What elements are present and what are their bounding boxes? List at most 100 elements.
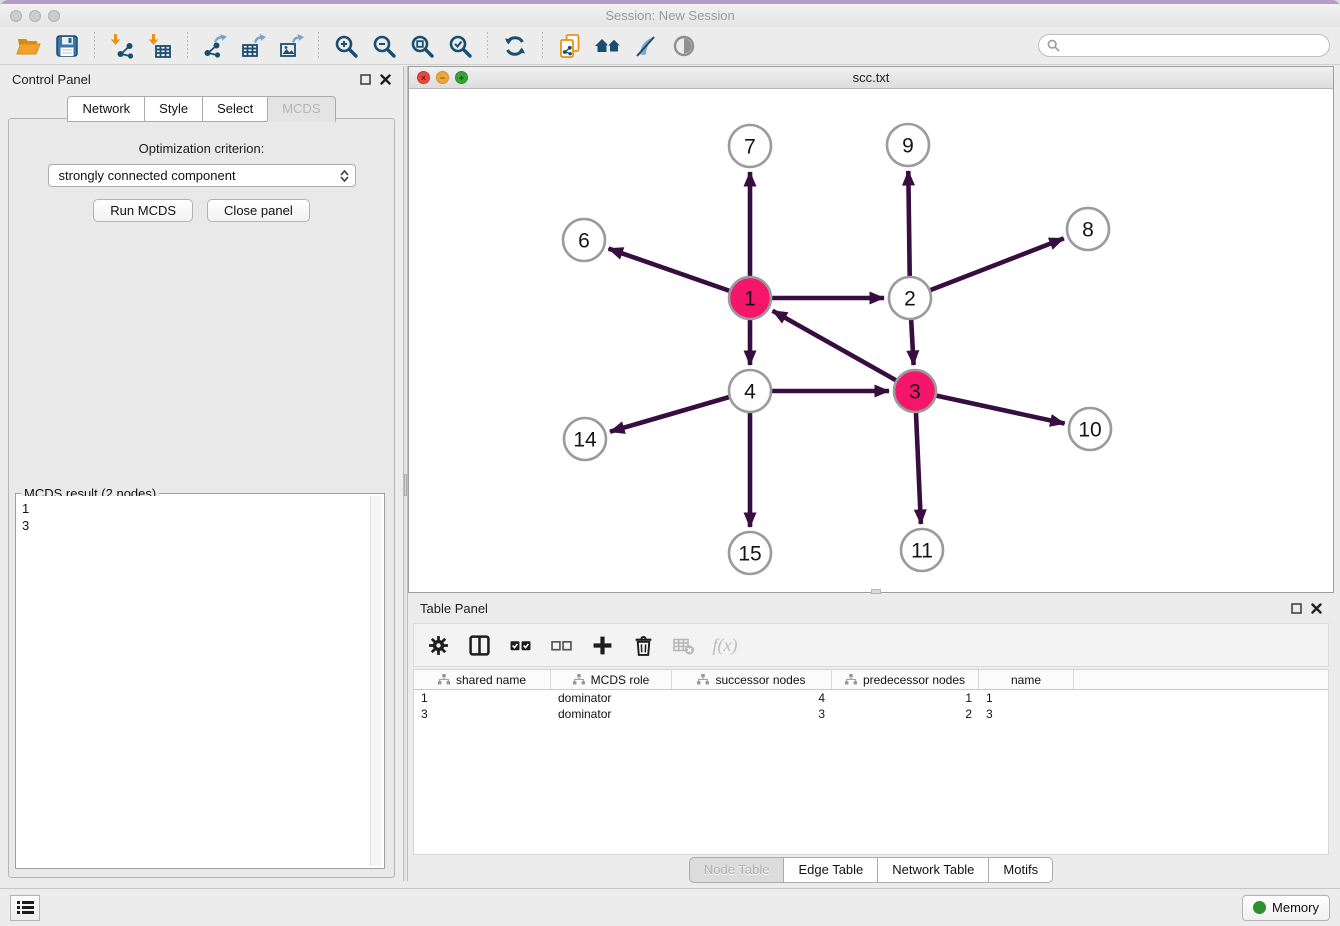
search-input[interactable] (1065, 38, 1321, 53)
network-minimize-button[interactable]: − (436, 71, 449, 84)
refresh-layout-icon[interactable] (499, 30, 531, 62)
column-header-label: MCDS role (591, 673, 650, 687)
tab-network[interactable]: Network (67, 96, 144, 122)
network-window-titlebar[interactable]: scc.txt × − + (409, 67, 1333, 89)
save-session-icon[interactable] (51, 30, 83, 62)
close-panel-icon[interactable] (380, 74, 391, 85)
edge-2-8[interactable] (910, 238, 1064, 298)
toolbar-separator (94, 32, 95, 60)
zoom-out-icon[interactable] (368, 30, 400, 62)
table-row[interactable]: 3dominator323 (414, 706, 1328, 722)
graph-node-2[interactable]: 2 (889, 277, 931, 319)
table-cell[interactable]: dominator (551, 706, 672, 722)
task-history-button[interactable] (10, 895, 40, 921)
memory-button[interactable]: Memory (1242, 895, 1330, 921)
graph-node-15[interactable]: 15 (729, 532, 771, 574)
svg-text:2: 2 (904, 287, 916, 310)
table-cell[interactable]: 3 (979, 706, 1074, 722)
delete-column-icon[interactable] (631, 633, 655, 657)
splitter-grip[interactable] (404, 474, 407, 496)
column-header-successor-nodes[interactable]: successor nodes (672, 670, 832, 689)
graph-node-1[interactable]: 1 (729, 277, 771, 319)
toolbar-separator (542, 32, 543, 60)
search-box[interactable] (1038, 34, 1330, 57)
graph-node-7[interactable]: 7 (729, 125, 771, 167)
zoom-selected-icon[interactable] (444, 30, 476, 62)
mcds-result-scrollbar[interactable] (370, 496, 382, 866)
edge-3-10[interactable] (915, 391, 1065, 424)
column-header-predecessor-nodes[interactable]: predecessor nodes (832, 670, 979, 689)
tab-node-table[interactable]: Node Table (689, 857, 784, 883)
tab-edge-table[interactable]: Edge Table (783, 857, 877, 883)
export-table-icon[interactable] (237, 30, 269, 62)
table-panel: Table Panel (408, 595, 1334, 888)
run-mcds-button[interactable]: Run MCDS (93, 199, 193, 222)
float-panel-icon[interactable] (360, 74, 371, 85)
node-table-body: 1dominator4113dominator323 (414, 690, 1328, 722)
zoom-fit-icon[interactable] (406, 30, 438, 62)
mcds-panel: Optimization criterion: strongly connect… (8, 118, 395, 878)
select-all-columns-icon[interactable] (508, 633, 532, 657)
duplicate-network-icon[interactable] (554, 30, 586, 62)
apply-style-icon[interactable] (630, 30, 662, 62)
graph-node-8[interactable]: 8 (1067, 208, 1109, 250)
tab-network-table[interactable]: Network Table (877, 857, 988, 883)
table-cell[interactable]: dominator (551, 690, 672, 706)
graph-node-11[interactable]: 11 (901, 529, 943, 571)
table-cell[interactable]: 3 (672, 706, 832, 722)
table-row[interactable]: 1dominator411 (414, 690, 1328, 706)
column-header-MCDS-role[interactable]: MCDS role (551, 670, 672, 689)
network-canvas[interactable]: 7 9 6 8 1 2 4 3 14 10 15 11 (409, 89, 1333, 592)
table-tabs: Node TableEdge TableNetwork TableMotifs (408, 857, 1334, 883)
column-header-name[interactable]: name (979, 670, 1074, 689)
zoom-in-icon[interactable] (330, 30, 362, 62)
optimization-criterion-label: Optimization criterion: (9, 141, 394, 156)
deselect-all-columns-icon[interactable] (549, 633, 573, 657)
show-hide-icon[interactable] (668, 30, 700, 62)
optimization-criterion-select[interactable]: strongly connected component (48, 164, 356, 187)
toggle-columns-icon[interactable] (467, 633, 491, 657)
svg-text:15: 15 (738, 542, 761, 565)
edge-3-1[interactable] (773, 311, 915, 391)
svg-text:1: 1 (744, 287, 756, 310)
table-cell[interactable]: 1 (979, 690, 1074, 706)
optimization-criterion-value: strongly connected component (59, 168, 236, 183)
svg-text:3: 3 (909, 380, 921, 403)
network-graph[interactable]: 7 9 6 8 1 2 4 3 14 10 15 11 (409, 89, 1333, 592)
home-layout-icon[interactable] (592, 30, 624, 62)
float-panel-icon[interactable] (1291, 603, 1302, 614)
tab-style[interactable]: Style (144, 96, 202, 122)
tab-mcds[interactable]: MCDS (267, 96, 335, 122)
graph-node-4[interactable]: 4 (729, 370, 771, 412)
node-table-header: shared name MCDS role successor nodesprede… (414, 670, 1328, 690)
graph-node-10[interactable]: 10 (1069, 408, 1111, 450)
graph-node-6[interactable]: 6 (563, 219, 605, 261)
close-panel-icon[interactable] (1311, 603, 1322, 614)
tab-select[interactable]: Select (202, 96, 267, 122)
close-panel-button[interactable]: Close panel (207, 199, 310, 222)
network-resize-handle[interactable] (871, 589, 881, 594)
import-network-icon[interactable] (106, 30, 138, 62)
table-cell[interactable]: 4 (672, 690, 832, 706)
table-cell[interactable]: 1 (414, 690, 551, 706)
settings-gear-icon[interactable] (426, 633, 450, 657)
memory-label: Memory (1272, 900, 1319, 915)
open-session-icon[interactable] (13, 30, 45, 62)
graph-node-14[interactable]: 14 (564, 418, 606, 460)
table-cell[interactable]: 3 (414, 706, 551, 722)
table-cell[interactable]: 2 (832, 706, 979, 722)
edge-1-6[interactable] (609, 249, 751, 298)
table-cell[interactable]: 1 (832, 690, 979, 706)
export-network-icon[interactable] (199, 30, 231, 62)
network-close-button[interactable]: × (417, 71, 430, 84)
mcds-result-text[interactable]: 13 (18, 496, 370, 866)
export-image-icon[interactable] (275, 30, 307, 62)
column-header-shared-name[interactable]: shared name (414, 670, 551, 689)
svg-text:9: 9 (902, 134, 914, 157)
graph-node-9[interactable]: 9 (887, 124, 929, 166)
graph-node-3[interactable]: 3 (894, 370, 936, 412)
network-maximize-button[interactable]: + (455, 71, 468, 84)
add-column-icon[interactable] (590, 633, 614, 657)
import-table-icon[interactable] (144, 30, 176, 62)
tab-motifs[interactable]: Motifs (988, 857, 1053, 883)
